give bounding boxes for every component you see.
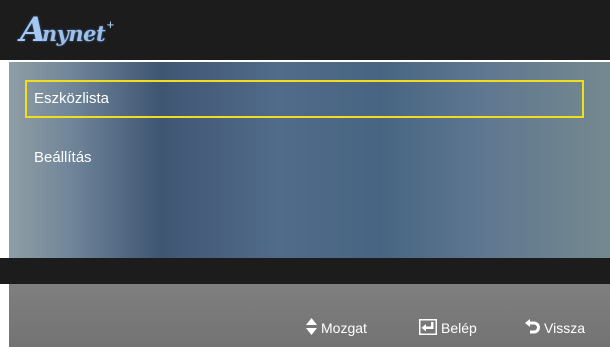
menu-panel: Eszközlista Beállítás xyxy=(9,62,610,258)
menu-item-device-list[interactable]: Eszközlista xyxy=(25,80,584,118)
return-icon xyxy=(524,318,540,338)
logo-text: nynet xyxy=(41,21,106,46)
hint-move-label: Mozgat xyxy=(321,320,367,336)
title-bar: A nynet + xyxy=(0,0,610,60)
anynet-logo: A nynet + xyxy=(20,12,115,50)
hint-enter-label: Belép xyxy=(441,320,477,336)
separator-strip xyxy=(0,258,610,284)
up-down-arrows-icon xyxy=(306,318,317,338)
anynet-osd-menu: A nynet + Eszközlista Beállítás Mozgat B… xyxy=(0,0,610,347)
hint-move: Mozgat xyxy=(306,318,367,338)
hint-enter: Belép xyxy=(419,318,477,338)
enter-icon xyxy=(419,318,437,338)
footer-hints: Mozgat Belép Vissza xyxy=(9,284,610,347)
hint-back: Vissza xyxy=(524,318,585,338)
hint-back-label: Vissza xyxy=(544,320,585,336)
logo-mark: + xyxy=(106,20,115,31)
menu-item-settings[interactable]: Beállítás xyxy=(25,139,584,177)
